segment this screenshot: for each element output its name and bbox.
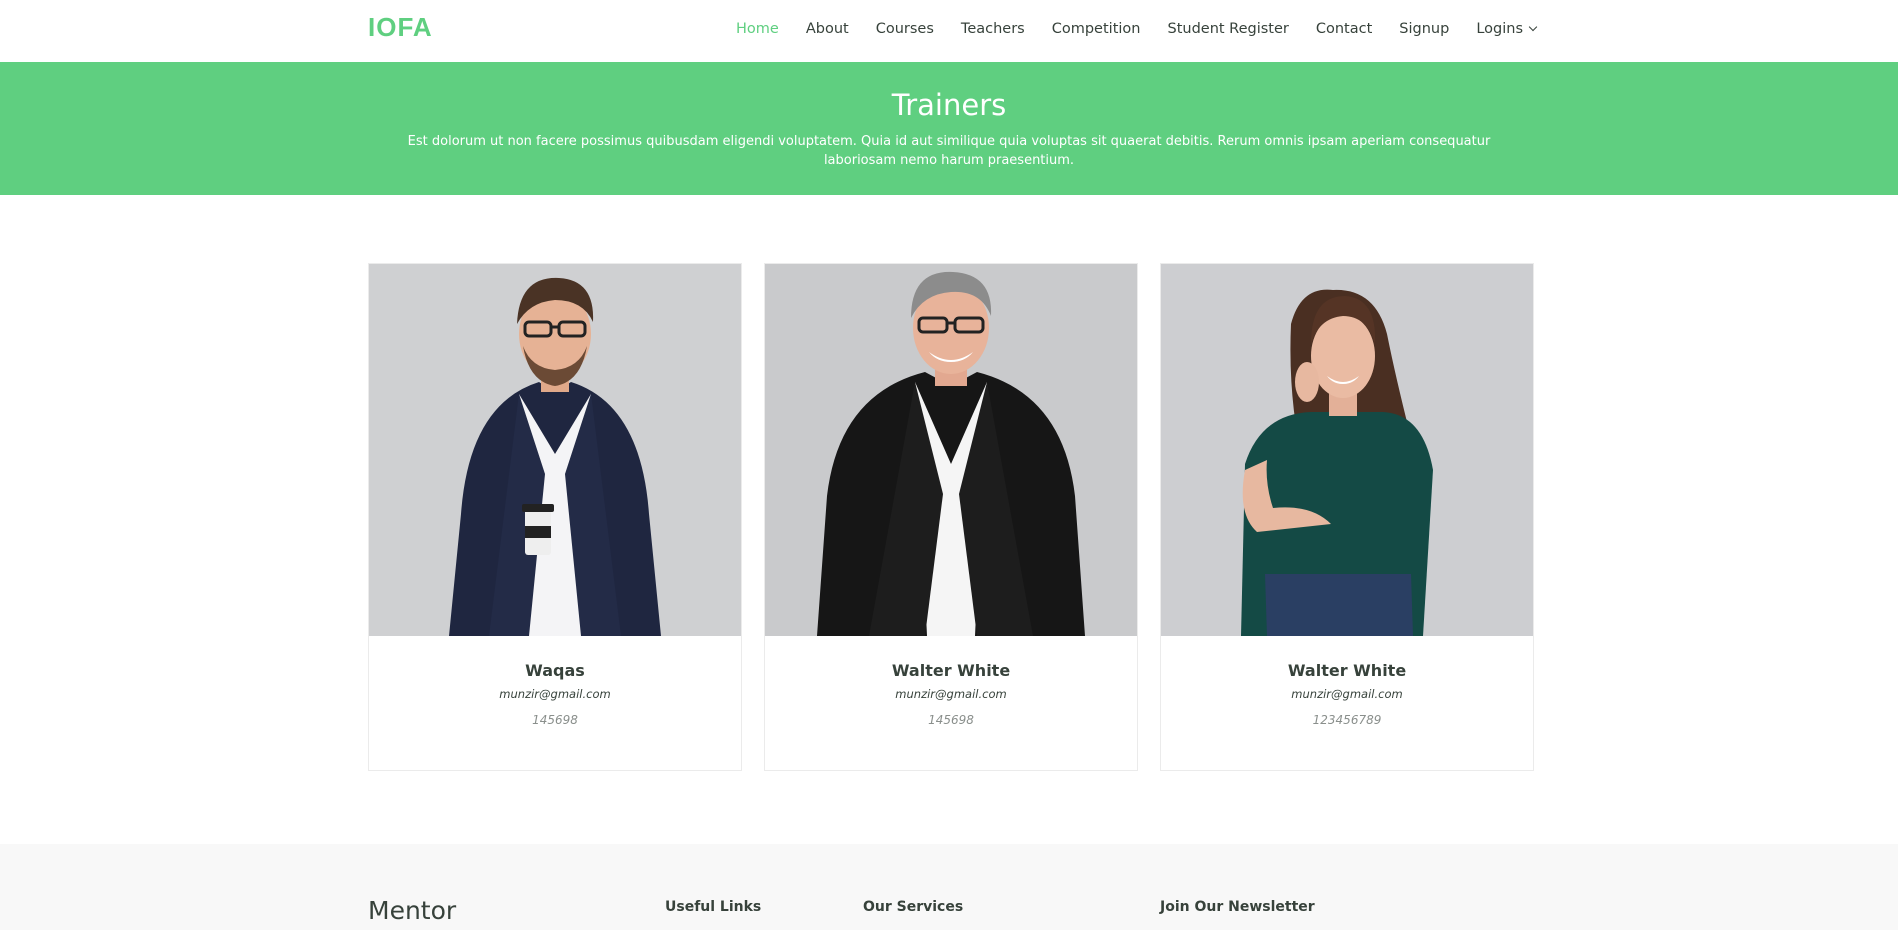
footer-heading-our-services: Our Services xyxy=(863,899,964,915)
trainer-photo xyxy=(1161,264,1533,636)
main-nav: Home About Courses Teachers Competition … xyxy=(709,0,1538,58)
trainer-photo xyxy=(369,264,741,636)
chevron-down-icon xyxy=(1528,22,1538,32)
trainer-name: Walter White xyxy=(1287,661,1407,680)
trainer-card: Walter White munzir@gmail.com 145698 xyxy=(764,263,1138,771)
trainer-phone: 145698 xyxy=(928,713,974,727)
nav-competition[interactable]: Competition xyxy=(1052,21,1141,37)
nav-student-register[interactable]: Student Register xyxy=(1167,21,1288,37)
trainer-photo xyxy=(765,264,1137,636)
site-logo[interactable]: IOFA xyxy=(368,12,433,43)
trainer-email: munzir@gmail.com xyxy=(1291,687,1403,701)
trainer-name: Waqas xyxy=(525,661,585,680)
nav-signup[interactable]: Signup xyxy=(1399,21,1449,37)
footer-brand: Mentor xyxy=(368,896,457,925)
trainer-email: munzir@gmail.com xyxy=(499,687,611,701)
trainer-name: Walter White xyxy=(891,661,1011,680)
site-footer: Mentor Useful Links Our Services Join Ou… xyxy=(0,844,1898,930)
nav-courses[interactable]: Courses xyxy=(876,21,934,37)
page-title: Trainers xyxy=(891,88,1007,122)
trainer-phone: 145698 xyxy=(532,713,578,727)
nav-teachers[interactable]: Teachers xyxy=(961,21,1025,37)
trainer-card: Waqas munzir@gmail.com 145698 xyxy=(368,263,742,771)
trainer-phone: 123456789 xyxy=(1312,713,1382,727)
page-description: Est dolorum ut non facere possimus quibu… xyxy=(407,134,1491,168)
page-title-banner: Trainers Est dolorum ut non facere possi… xyxy=(0,62,1898,195)
nav-about[interactable]: About xyxy=(806,21,849,37)
trainer-card: Walter White munzir@gmail.com 123456789 xyxy=(1160,263,1534,771)
nav-home[interactable]: Home xyxy=(736,21,779,37)
nav-logins-label: Logins xyxy=(1476,21,1523,37)
footer-heading-newsletter: Join Our Newsletter xyxy=(1160,899,1315,915)
footer-heading-useful-links: Useful Links xyxy=(665,899,762,915)
site-header: IOFA Home About Courses Teachers Competi… xyxy=(0,0,1898,62)
nav-contact[interactable]: Contact xyxy=(1316,21,1372,37)
trainer-email: munzir@gmail.com xyxy=(895,687,1007,701)
nav-logins-dropdown[interactable]: Logins xyxy=(1476,21,1538,37)
